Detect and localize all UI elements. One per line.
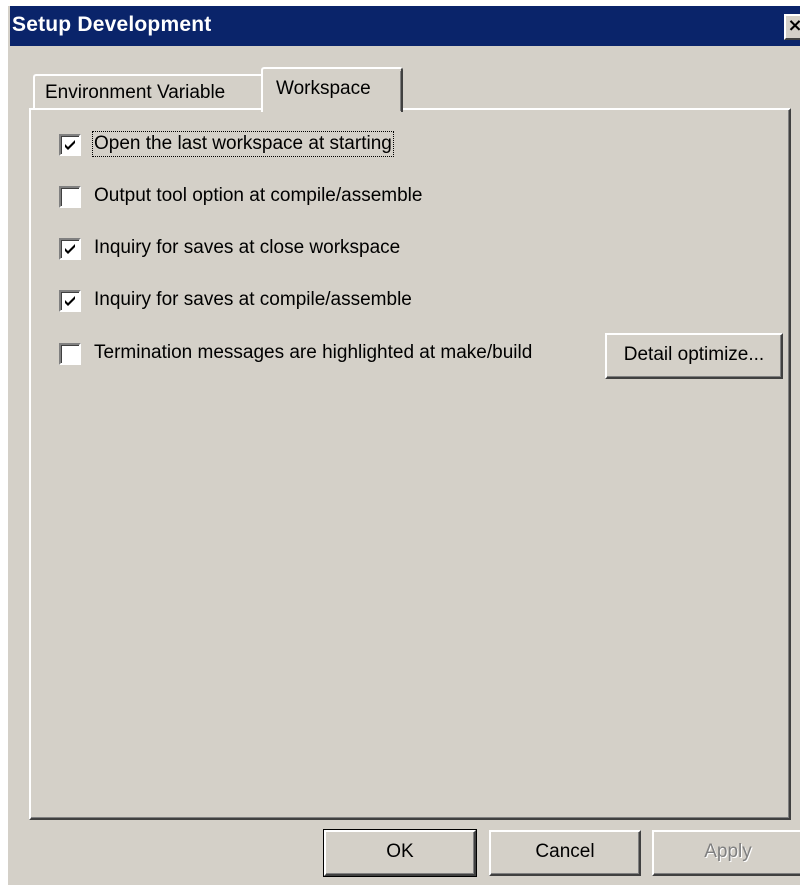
apply-button[interactable]: Apply: [652, 830, 800, 876]
workspace-tab-panel: [29, 108, 791, 820]
title-bar[interactable]: Setup Development ×: [10, 6, 800, 46]
detail-optimize-button[interactable]: Detail optimize...: [605, 333, 783, 379]
inquiry-close-workspace-label: Inquiry for saves at close workspace: [94, 237, 401, 258]
output-tool-option-checkbox[interactable]: [59, 186, 81, 208]
termination-highlight-checkbox[interactable]: [59, 343, 81, 365]
tab-workspace-label: Workspace: [276, 78, 371, 99]
close-icon[interactable]: ×: [784, 14, 800, 40]
inquiry-compile-assemble-label: Inquiry for saves at compile/assemble: [94, 289, 412, 310]
tab-workspace[interactable]: Workspace: [261, 67, 403, 112]
output-tool-option-label: Output tool option at compile/assemble: [94, 185, 423, 206]
check-icon: [65, 244, 75, 254]
open-last-workspace-checkbox[interactable]: [59, 134, 81, 156]
tab-environment-variable[interactable]: Environment Variable: [33, 74, 261, 110]
termination-highlight-label: Termination messages are highlighted at …: [94, 342, 533, 363]
setup-development-dialog: Setup Development × Environment Variable…: [8, 6, 800, 885]
dialog-title: Setup Development: [12, 13, 212, 36]
inquiry-close-workspace-checkbox[interactable]: [59, 238, 81, 260]
cancel-button[interactable]: Cancel: [489, 830, 641, 876]
check-icon: [65, 140, 75, 150]
ok-button[interactable]: OK: [323, 829, 477, 877]
tab-environment-variable-label: Environment Variable: [45, 82, 226, 103]
open-last-workspace-label: Open the last workspace at starting: [92, 131, 394, 157]
inquiry-compile-assemble-checkbox[interactable]: [59, 290, 81, 312]
check-icon: [65, 296, 75, 306]
